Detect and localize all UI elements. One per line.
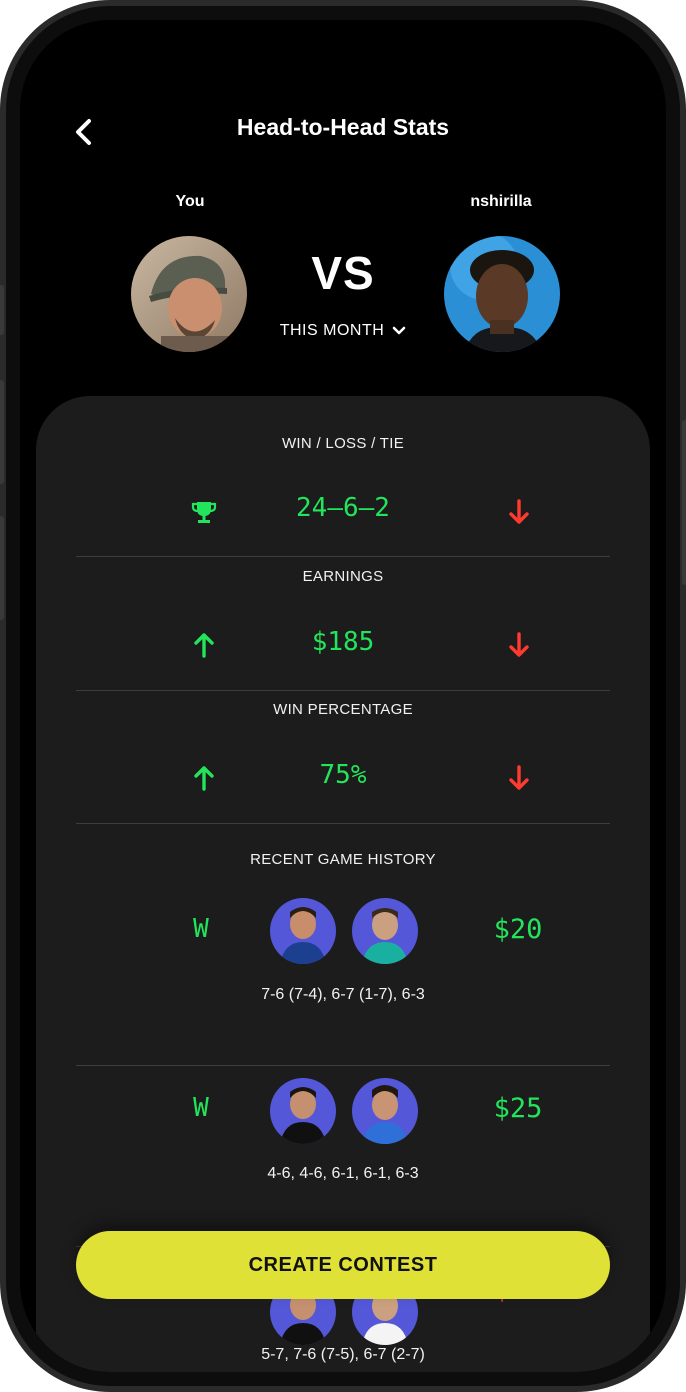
divider	[76, 1065, 610, 1066]
divider	[76, 823, 610, 824]
app-screen: Head-to-Head Stats You nshirilla VS THIS…	[20, 20, 666, 1372]
versus-label: VS	[311, 247, 375, 299]
divider	[76, 556, 610, 557]
divider	[76, 690, 610, 691]
game-result: W	[193, 914, 209, 944]
period-dropdown[interactable]: THIS MONTH	[253, 322, 433, 340]
athlete-avatar	[352, 1078, 418, 1144]
player-name-opponent: nshirilla	[470, 193, 532, 210]
game-result: W	[193, 1093, 209, 1123]
stat-label-earnings: EARNINGS	[302, 568, 384, 585]
avatar-opponent-image	[444, 236, 560, 352]
history-title: RECENT GAME HISTORY	[250, 851, 436, 868]
silent-switch	[0, 285, 4, 335]
game-score: 4-6, 4-6, 6-1, 6-1, 6-3	[267, 1165, 419, 1182]
volume-up-button	[0, 380, 4, 484]
avatar-you[interactable]	[131, 236, 247, 352]
game-score: 7-6 (7-4), 6-7 (1-7), 6-3	[261, 986, 425, 1003]
stat-value-win-percentage: 75%	[319, 760, 367, 790]
game-score: 5-7, 7-6 (7-5), 6-7 (2-7)	[261, 1346, 425, 1363]
arrow-down-icon	[501, 494, 537, 530]
page-title: Head-to-Head Stats	[236, 114, 450, 140]
athlete-avatar	[352, 898, 418, 964]
arrow-down-icon	[501, 760, 537, 796]
arrow-down-icon	[501, 627, 537, 663]
athlete-avatar	[270, 1078, 336, 1144]
chevron-down-icon	[392, 326, 406, 335]
avatar-you-image	[131, 236, 247, 352]
phone-frame: Head-to-Head Stats You nshirilla VS THIS…	[0, 0, 686, 1392]
stat-value-record: 24–6–2	[296, 493, 390, 523]
period-label: THIS MONTH	[279, 322, 385, 339]
athlete-avatar	[270, 898, 336, 964]
game-amount: $25	[493, 1093, 543, 1124]
player-name-you: You	[175, 193, 205, 210]
power-button	[682, 420, 686, 585]
create-contest-button[interactable]: CREATE CONTEST	[76, 1231, 610, 1299]
volume-down-button	[0, 516, 4, 620]
stat-value-earnings: $185	[311, 627, 375, 657]
stat-label-record: WIN / LOSS / TIE	[281, 435, 405, 452]
game-amount: $20	[493, 914, 543, 945]
stat-label-win-percentage: WIN PERCENTAGE	[273, 701, 413, 718]
stats-panel: WIN / LOSS / TIE 24–6–2 EARNINGS $185 WI…	[36, 396, 650, 1372]
avatar-opponent[interactable]	[444, 236, 560, 352]
